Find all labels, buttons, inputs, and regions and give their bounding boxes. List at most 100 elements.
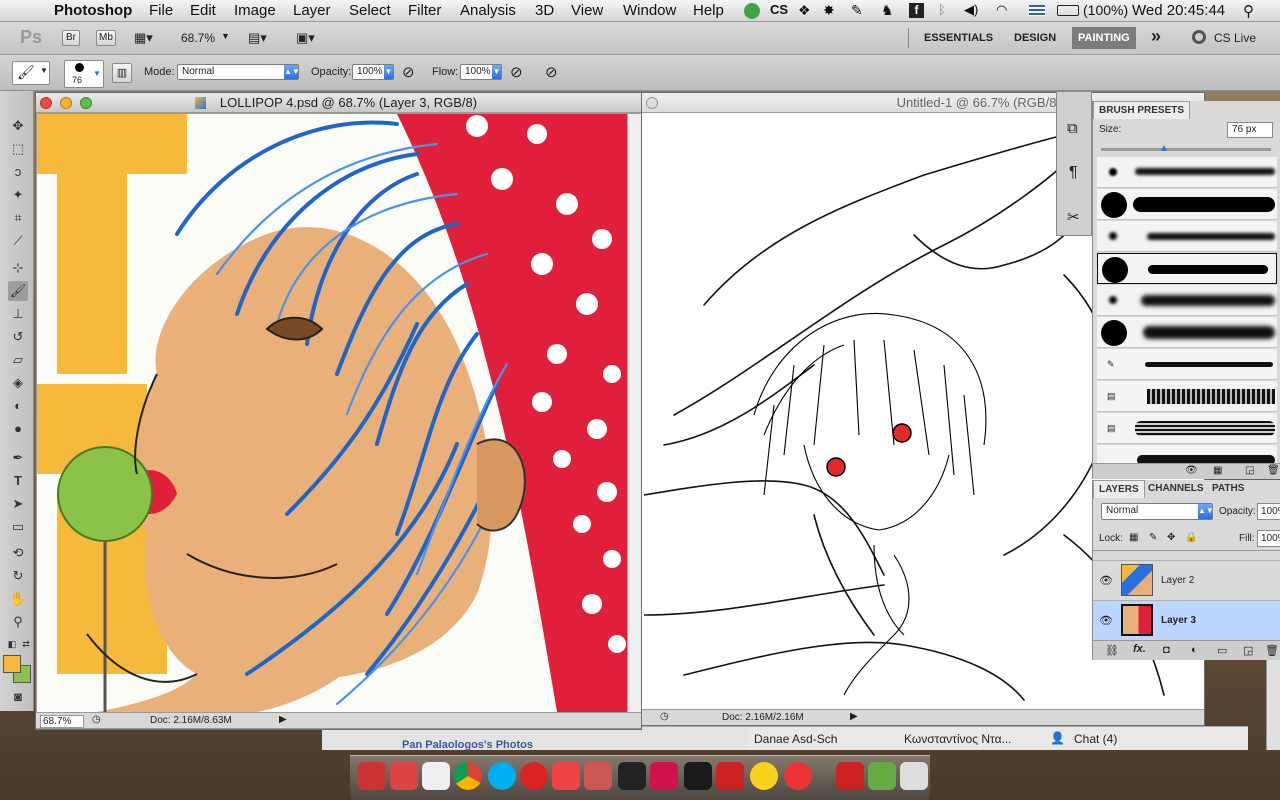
more-workspaces-icon[interactable]: »	[1151, 26, 1161, 47]
3d-rotate-tool-icon[interactable]: ⟲	[8, 543, 28, 563]
brush-preset-row[interactable]	[1097, 221, 1277, 252]
eraser-tool-icon[interactable]: ▱	[8, 350, 28, 370]
marquee-tool-icon[interactable]: ⬚	[8, 139, 28, 159]
crop-tool-icon[interactable]: ⌗	[8, 208, 28, 228]
brush-tool-icon-active[interactable]: 🖌	[8, 281, 28, 301]
layer-row-layer-2[interactable]: 👁 Layer 2	[1093, 561, 1280, 601]
lasso-tool-icon[interactable]: ↄ	[8, 162, 28, 182]
layer-row-partial[interactable]	[1093, 551, 1280, 561]
history-brush-tool-icon[interactable]: ↺	[8, 327, 28, 347]
chat-contact-1[interactable]: Danae Asd-Sch	[754, 732, 837, 746]
lollipop-canvas[interactable]	[37, 114, 627, 712]
new-group-icon[interactable]: ▭	[1217, 644, 1227, 657]
dock-app-icon-4[interactable]	[552, 762, 580, 790]
tab-channels[interactable]: CHANNELS	[1143, 480, 1209, 498]
dock-app-icon-8[interactable]	[836, 762, 864, 790]
eyedropper-tool-icon[interactable]: ⟋	[8, 231, 28, 251]
menu-file[interactable]: File	[149, 2, 173, 19]
brush-picker[interactable]: 76 ▼	[64, 60, 104, 88]
evernote-elephant-icon[interactable]: ♞	[881, 2, 894, 19]
brush-size-slider-thumb[interactable]: ▲	[1159, 143, 1169, 154]
dock-app-icon-9[interactable]	[868, 762, 896, 790]
menu-window[interactable]: Window	[623, 2, 676, 19]
3d-orbit-tool-icon[interactable]: ↻	[8, 566, 28, 586]
dock-app-icon-6[interactable]	[618, 762, 646, 790]
statusbar-info-icon[interactable]: ◷	[660, 711, 669, 722]
fill-field[interactable]: 100%	[1257, 530, 1280, 547]
dock-dreamweaver-icon[interactable]	[716, 762, 744, 790]
history-panel-icon[interactable]: ⧉	[1067, 120, 1078, 137]
zoom-dropdown-arrow-icon[interactable]: ▼	[221, 31, 230, 41]
zoom-level-dropdown[interactable]: 68.7%	[181, 31, 215, 45]
layer-style-icon[interactable]: fx.	[1133, 643, 1146, 655]
healing-brush-tool-icon[interactable]: ⊹	[8, 258, 28, 278]
chat-label[interactable]: Chat (4)	[1074, 732, 1117, 746]
dodge-tool-icon[interactable]: ◐	[8, 396, 28, 416]
tab-paths[interactable]: PATHS	[1207, 480, 1249, 498]
menu-layer[interactable]: Layer	[293, 2, 331, 19]
visibility-eye-icon[interactable]: 👁	[1099, 574, 1113, 587]
shape-tool-icon[interactable]: ▭	[8, 517, 28, 537]
brush-size-field[interactable]: 76 px	[1227, 122, 1273, 138]
menu-select[interactable]: Select	[349, 2, 391, 19]
statusbar-info-icon[interactable]: ◷	[92, 714, 101, 725]
dock-app-icon-3[interactable]	[520, 762, 548, 790]
workspace-essentials[interactable]: ESSENTIALS	[924, 32, 993, 44]
cs-live-icon[interactable]	[1192, 30, 1206, 44]
facebook-icon[interactable]: f	[909, 3, 924, 18]
pen-tool-icon[interactable]: ✒	[8, 448, 28, 468]
workspace-design[interactable]: DESIGN	[1014, 32, 1056, 44]
delete-brush-icon[interactable]: 🗑	[1267, 465, 1280, 476]
lock-all-icon[interactable]: 🔒	[1185, 532, 1197, 543]
tablet-opacity-icon[interactable]: ⊘	[402, 63, 415, 81]
brush-preset-row[interactable]	[1097, 189, 1277, 220]
tablet-size-icon[interactable]: ⊘	[545, 63, 558, 81]
brush-preset-row[interactable]	[1097, 445, 1277, 463]
clone-stamp-tool-icon[interactable]: ⊥	[8, 304, 28, 324]
dock-illustrator-icon[interactable]	[684, 762, 712, 790]
brush-preset-row[interactable]	[1097, 285, 1277, 316]
chat-contact-2[interactable]: Κωνσταντίνος Ντα...	[904, 732, 1012, 746]
bluetooth-icon[interactable]: ᛒ	[938, 2, 946, 17]
dock-app-icon-1[interactable]	[358, 762, 386, 790]
quick-mask-icon[interactable]: ◙	[8, 687, 28, 707]
dock-smiley-icon[interactable]	[750, 762, 778, 790]
delete-layer-icon[interactable]: 🗑	[1265, 644, 1279, 657]
path-selection-tool-icon[interactable]: ➤	[8, 494, 28, 514]
close-button[interactable]	[40, 97, 52, 109]
mini-bridge-button[interactable]: Mb	[96, 30, 116, 46]
menu-help[interactable]: Help	[693, 2, 724, 19]
zoom-button[interactable]	[80, 97, 92, 109]
spotlight-search-icon[interactable]: ⚲	[1243, 2, 1254, 20]
dock-mail-icon[interactable]	[422, 762, 450, 790]
lock-image-pixels-icon[interactable]: ✎	[1149, 532, 1157, 543]
dock-app-icon-5[interactable]	[584, 762, 612, 790]
layer-name[interactable]: Layer 2	[1161, 575, 1194, 586]
paragraph-panel-icon[interactable]: ¶	[1069, 164, 1078, 182]
brush-size-slider[interactable]	[1101, 148, 1271, 151]
dock-app-icon-2[interactable]	[390, 762, 418, 790]
arrange-documents-icon[interactable]: ▤▾	[248, 30, 267, 46]
menu-analysis[interactable]: Analysis	[460, 2, 516, 19]
brush-panel-toggle[interactable]: ▥	[112, 63, 132, 83]
tab-brush-presets[interactable]: BRUSH PRESETS	[1093, 101, 1191, 119]
layer-blend-mode-dropdown[interactable]: Normal ▲▼	[1101, 503, 1214, 520]
new-brush-icon[interactable]: ◲	[1245, 465, 1254, 476]
tool-preset-picker[interactable]: 🖌 ▼	[12, 61, 50, 85]
close-button-inactive[interactable]	[646, 97, 658, 109]
statusbar-zoom-field[interactable]: 68.7%	[40, 715, 84, 728]
statusbar-menu-arrow-icon[interactable]: ▶	[850, 711, 858, 722]
volume-icon[interactable]: ◀)	[964, 2, 978, 18]
menu-image[interactable]: Image	[234, 2, 276, 19]
background-link[interactable]: Pan Palaologos's Photos	[402, 739, 533, 751]
workspace-painting[interactable]: PAINTING	[1072, 27, 1136, 49]
hand-tool-icon[interactable]: ✋	[8, 589, 28, 609]
cs-label[interactable]: CS	[770, 2, 788, 17]
growl-icon[interactable]: ✸	[823, 2, 835, 19]
airbrush-icon[interactable]: ⊘	[510, 63, 523, 81]
brush-preset-row-selected[interactable]	[1097, 253, 1277, 284]
bridge-button[interactable]: Br	[62, 30, 80, 46]
visibility-eye-icon[interactable]: 👁	[1099, 614, 1113, 627]
brush-preset-row[interactable]: ▤	[1097, 413, 1277, 444]
new-layer-icon[interactable]: ◲	[1243, 644, 1253, 657]
